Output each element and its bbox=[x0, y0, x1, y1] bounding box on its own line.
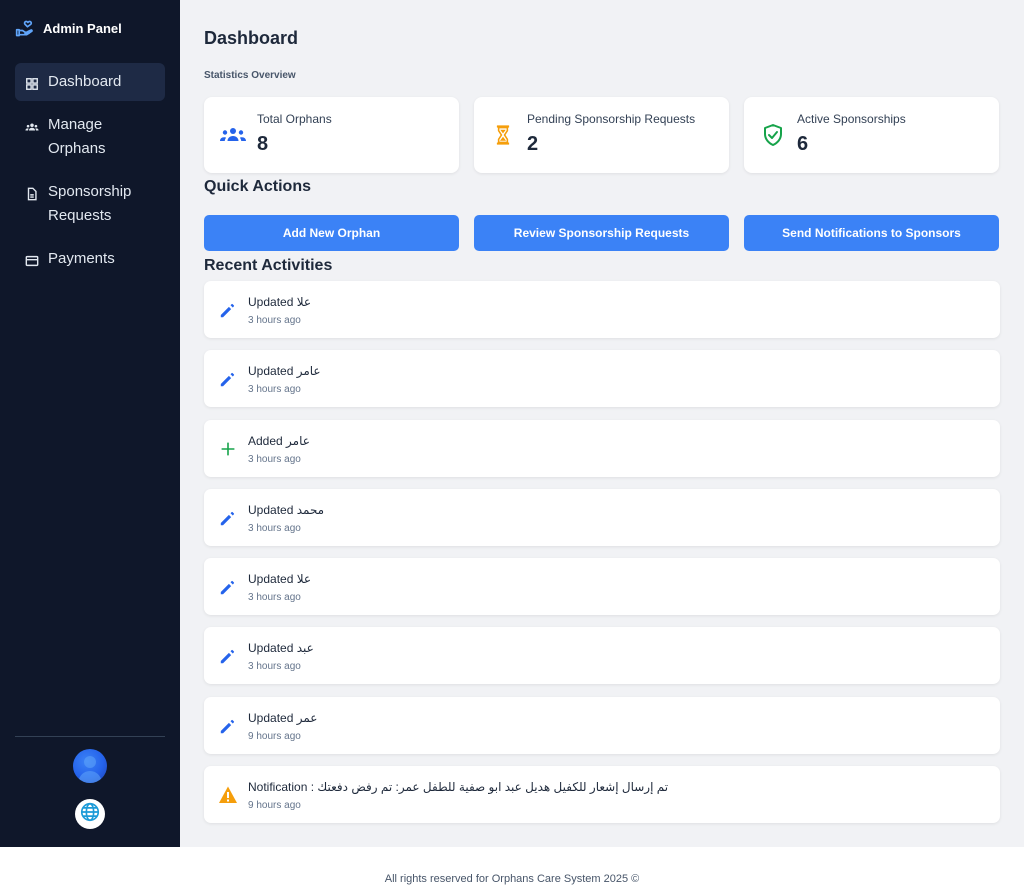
activity-item: Updated محمد 3 hours ago bbox=[204, 488, 1000, 546]
sidebar: Admin Panel Dashboard Manage Orphans Spo… bbox=[0, 0, 180, 847]
sidebar-footer bbox=[15, 736, 165, 829]
people-icon bbox=[25, 118, 39, 132]
sidebar-nav: Dashboard Manage Orphans Sponsorship Req… bbox=[0, 56, 180, 278]
activity-item: Updated عبد 3 hours ago bbox=[204, 627, 1000, 685]
activity-time: 3 hours ago bbox=[248, 453, 301, 465]
globe-icon bbox=[79, 801, 101, 828]
sidebar-item-manage-orphans[interactable]: Manage Orphans bbox=[15, 106, 165, 168]
hand-heart-icon bbox=[15, 18, 35, 38]
brand-title: Admin Panel bbox=[43, 20, 122, 36]
page-title: Dashboard bbox=[204, 28, 299, 48]
pencil-icon bbox=[218, 716, 238, 736]
stat-value: 2 bbox=[527, 133, 539, 155]
pencil-icon bbox=[218, 577, 238, 597]
activity-time: 3 hours ago bbox=[248, 592, 301, 604]
activity-item: Updated علا 3 hours ago bbox=[204, 281, 1000, 338]
activity-item: Updated عمر 9 hours ago bbox=[204, 696, 1000, 754]
credit-card-icon bbox=[25, 252, 39, 267]
activity-time: 3 hours ago bbox=[248, 384, 301, 396]
stat-value: 8 bbox=[257, 133, 269, 155]
sidebar-item-label: Payments bbox=[48, 250, 115, 267]
activity-list: Updated علا 3 hours ago Updated عامر 3 h… bbox=[204, 281, 1000, 835]
pencil-icon bbox=[218, 369, 238, 389]
activity-text: Updated محمد bbox=[248, 502, 325, 517]
activity-time: 3 hours ago bbox=[248, 522, 301, 534]
shield-check-icon bbox=[758, 123, 788, 147]
recent-activities-heading: Recent Activities bbox=[204, 257, 333, 274]
activity-text: Updated عمر bbox=[248, 710, 318, 725]
user-avatar[interactable] bbox=[73, 749, 107, 783]
people-icon bbox=[218, 123, 248, 147]
statistics-heading: Statistics Overview bbox=[204, 70, 296, 81]
stat-card-total-orphans: Total Orphans 8 bbox=[204, 97, 459, 173]
activity-item: Added عامر 3 hours ago bbox=[204, 419, 1000, 477]
activity-item: Updated علا 3 hours ago bbox=[204, 558, 1000, 616]
sidebar-item-label: Dashboard bbox=[48, 73, 122, 90]
document-icon bbox=[25, 185, 39, 201]
stat-card-pending-requests: Pending Sponsorship Requests 2 bbox=[474, 97, 729, 173]
review-sponsorship-requests-button[interactable]: Review Sponsorship Requests bbox=[474, 215, 729, 251]
activity-time: 3 hours ago bbox=[248, 661, 301, 673]
sidebar-item-label: Sponsorship Requests bbox=[48, 183, 132, 224]
activity-text: Updated علا bbox=[248, 572, 312, 587]
sidebar-item-payments[interactable]: Payments bbox=[15, 240, 165, 278]
activity-text: Notification : تم إرسال إشعار للكفيل هدي… bbox=[248, 780, 669, 795]
sidebar-item-label: Manage Orphans bbox=[48, 116, 106, 157]
sidebar-item-sponsorship-requests[interactable]: Sponsorship Requests bbox=[15, 173, 165, 235]
grid-icon bbox=[25, 75, 39, 90]
stat-label: Total Orphans bbox=[257, 112, 332, 126]
stats-row: Total Orphans 8 Pending Sponsorship Requ… bbox=[204, 97, 1000, 173]
activity-time: 3 hours ago bbox=[248, 315, 301, 326]
sidebar-item-dashboard[interactable]: Dashboard bbox=[15, 63, 165, 101]
activity-time: 9 hours ago bbox=[248, 730, 301, 742]
plus-icon bbox=[218, 439, 238, 459]
stat-label: Active Sponsorships bbox=[797, 112, 906, 126]
add-new-orphan-button[interactable]: Add New Orphan bbox=[204, 215, 459, 251]
copyright-text: All rights reserved for Orphans Care Sys… bbox=[384, 873, 640, 885]
activity-text: Added عامر bbox=[248, 433, 310, 448]
stat-card-active-sponsorships: Active Sponsorships 6 bbox=[744, 97, 999, 173]
brand: Admin Panel bbox=[0, 0, 180, 56]
pencil-icon bbox=[218, 300, 238, 320]
stat-label: Pending Sponsorship Requests bbox=[527, 112, 696, 126]
activity-text: Updated عامر bbox=[248, 364, 321, 379]
activity-item: Updated عامر 3 hours ago bbox=[204, 350, 1000, 408]
pencil-icon bbox=[218, 646, 238, 666]
quick-actions: Add New Orphan Review Sponsorship Reques… bbox=[204, 215, 1000, 251]
send-notifications-button[interactable]: Send Notifications to Sponsors bbox=[744, 215, 999, 251]
language-button[interactable] bbox=[75, 799, 105, 829]
activity-item: Notification : تم إرسال إشعار للكفيل هدي… bbox=[204, 766, 1000, 824]
page-footer: All rights reserved for Orphans Care Sys… bbox=[0, 847, 1024, 890]
activity-time: 9 hours ago bbox=[248, 800, 301, 812]
quick-actions-heading: Quick Actions bbox=[204, 178, 311, 195]
pencil-icon bbox=[218, 508, 238, 528]
activity-text: Updated عبد bbox=[248, 641, 314, 656]
warning-icon bbox=[218, 785, 238, 805]
stat-value: 6 bbox=[797, 133, 809, 155]
activity-text: Updated علا bbox=[248, 295, 312, 309]
hourglass-icon bbox=[488, 123, 518, 147]
